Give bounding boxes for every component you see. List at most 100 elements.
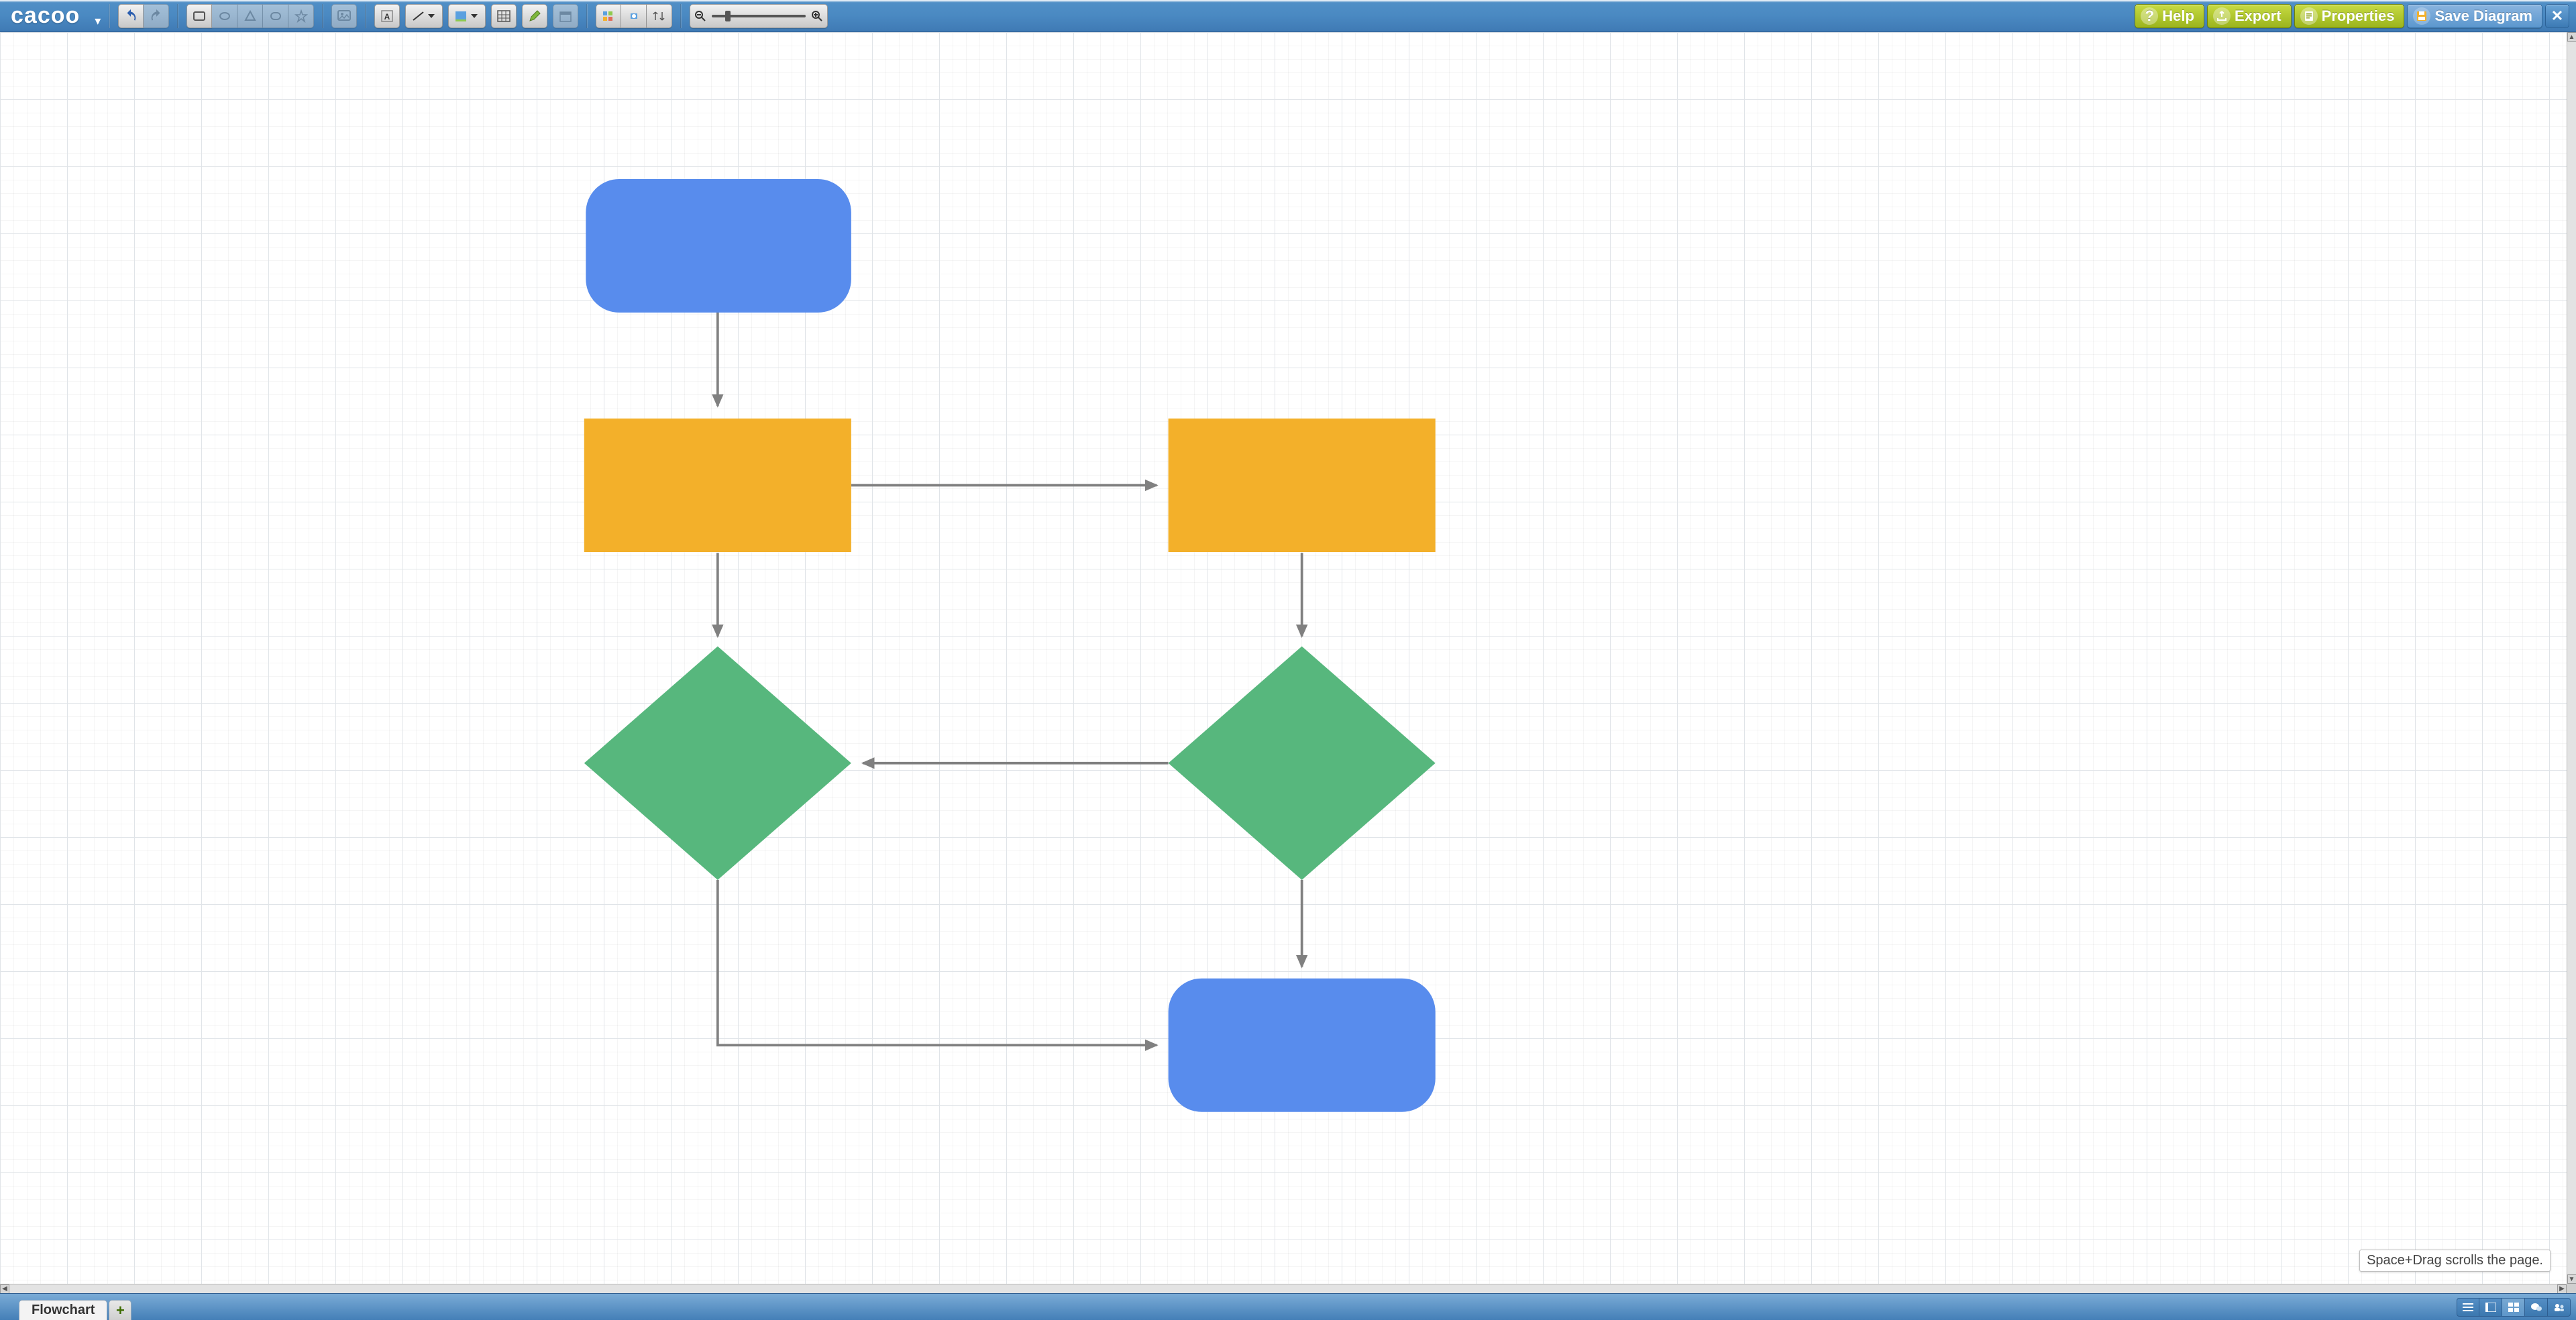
shape-procA[interactable] <box>584 419 851 552</box>
table-tool[interactable] <box>491 4 517 28</box>
shape-start[interactable] <box>586 179 851 313</box>
separator <box>177 4 178 28</box>
top-toolbar: cacoo ▾ A <box>0 0 2576 32</box>
properties-label: Properties <box>2322 7 2395 25</box>
connector-decA-end[interactable] <box>718 880 1157 1045</box>
horizontal-scrollbar[interactable]: ◀ ▶ <box>0 1284 2567 1293</box>
chat-icon <box>2530 1303 2542 1312</box>
properties-button[interactable]: Properties <box>2294 4 2405 28</box>
close-button[interactable]: ✕ <box>2545 4 2569 28</box>
separator <box>586 4 588 28</box>
separator <box>109 4 110 28</box>
calendar-tool[interactable] <box>553 4 578 28</box>
help-icon: ? <box>2141 7 2158 25</box>
workspace: Space+Drag scrolls the page. ▲ ▼ ◀ ▶ <box>0 32 2576 1293</box>
undo-icon <box>123 9 138 23</box>
rounded-icon <box>269 9 282 23</box>
separator <box>680 4 682 28</box>
users-icon <box>2553 1303 2565 1312</box>
line-tool[interactable] <box>405 4 443 28</box>
bottom-bar: Flowchart + <box>0 1293 2576 1320</box>
zoom-in-icon[interactable] <box>808 7 826 25</box>
help-label: Help <box>2162 7 2194 25</box>
group-icon <box>627 9 641 23</box>
dropdown-caret-icon <box>428 14 435 18</box>
toolbar-right: ? Help Export Properties Save Diagram ✕ <box>2132 4 2569 28</box>
help-button[interactable]: ? Help <box>2135 4 2204 28</box>
close-icon: ✕ <box>2551 7 2563 25</box>
star-tool[interactable] <box>288 4 314 28</box>
shape-end[interactable] <box>1169 979 1436 1112</box>
view-grid-button[interactable] <box>2502 1298 2525 1317</box>
rounded-tool[interactable] <box>263 4 288 28</box>
scroll-up-icon[interactable]: ▲ <box>2567 32 2576 42</box>
view-mode-group <box>2457 1294 2571 1320</box>
view-users-button[interactable] <box>2548 1298 2571 1317</box>
shape-tools-group <box>186 4 314 28</box>
fill-tool[interactable] <box>448 4 486 28</box>
redo-button[interactable] <box>144 4 169 28</box>
scroll-left-icon[interactable]: ◀ <box>0 1284 9 1294</box>
view-list-button[interactable] <box>2457 1298 2479 1317</box>
ellipse-icon <box>218 9 231 23</box>
ellipse-tool[interactable] <box>212 4 237 28</box>
add-sheet-button[interactable]: + <box>109 1300 131 1320</box>
fill-icon <box>454 9 469 23</box>
scroll-right-icon[interactable]: ▶ <box>2557 1284 2567 1294</box>
vertical-scrollbar[interactable]: ▲ ▼ <box>2567 32 2576 1284</box>
line-icon <box>411 9 426 23</box>
hint-text: Space+Drag scrolls the page. <box>2367 1253 2543 1268</box>
view-thumb-button[interactable] <box>2479 1298 2502 1317</box>
save-button[interactable]: Save Diagram <box>2407 4 2542 28</box>
save-label: Save Diagram <box>2434 7 2532 25</box>
align-icon <box>601 9 616 23</box>
zoom-slider-knob[interactable] <box>725 11 731 21</box>
scroll-track-v[interactable] <box>2567 42 2576 1274</box>
scroll-track-h[interactable] <box>9 1284 2557 1294</box>
thumb-icon <box>2485 1303 2496 1312</box>
hint-bubble: Space+Drag scrolls the page. <box>2359 1250 2551 1272</box>
align-tool[interactable] <box>596 4 621 28</box>
export-button[interactable]: Export <box>2207 4 2292 28</box>
zoom-out-icon[interactable] <box>692 7 709 25</box>
freehand-tool[interactable] <box>522 4 547 28</box>
zoom-control[interactable] <box>690 4 828 28</box>
image-tool[interactable] <box>331 4 357 28</box>
shape-decB[interactable] <box>1169 647 1436 880</box>
rect-tool[interactable] <box>186 4 212 28</box>
image-icon <box>337 9 352 23</box>
app-menu-caret-icon[interactable]: ▾ <box>95 14 101 28</box>
undo-button[interactable] <box>118 4 144 28</box>
sheet-tab-active[interactable]: Flowchart <box>19 1300 107 1320</box>
separator <box>365 4 366 28</box>
polygon-tool[interactable] <box>237 4 263 28</box>
scroll-down-icon[interactable]: ▼ <box>2567 1274 2576 1284</box>
history-group <box>118 4 169 28</box>
sheet-tab-label: Flowchart <box>32 1303 95 1318</box>
shape-procB[interactable] <box>1169 419 1436 552</box>
list-icon <box>2463 1303 2473 1312</box>
plus-icon: + <box>116 1302 125 1319</box>
calendar-icon <box>559 9 572 23</box>
separator <box>322 4 323 28</box>
export-label: Export <box>2235 7 2282 25</box>
redo-icon <box>149 9 164 23</box>
table-icon <box>496 9 511 23</box>
arrange-group <box>596 4 672 28</box>
grid-icon <box>2508 1303 2519 1312</box>
canvas[interactable] <box>0 32 2567 1284</box>
export-icon <box>2213 7 2231 25</box>
dropdown-caret-icon <box>471 14 478 18</box>
polygon-icon <box>244 9 257 23</box>
save-icon <box>2413 7 2430 25</box>
text-tool[interactable]: A <box>374 4 400 28</box>
canvas-viewport: Space+Drag scrolls the page. <box>0 32 2567 1284</box>
zoom-slider[interactable] <box>712 15 806 17</box>
order-tool[interactable] <box>647 4 672 28</box>
view-chat-button[interactable] <box>2525 1298 2548 1317</box>
shape-decA[interactable] <box>584 647 851 880</box>
diagram[interactable] <box>0 32 2567 1284</box>
properties-icon <box>2300 7 2318 25</box>
group-tool[interactable] <box>621 4 647 28</box>
text-icon: A <box>380 9 394 23</box>
